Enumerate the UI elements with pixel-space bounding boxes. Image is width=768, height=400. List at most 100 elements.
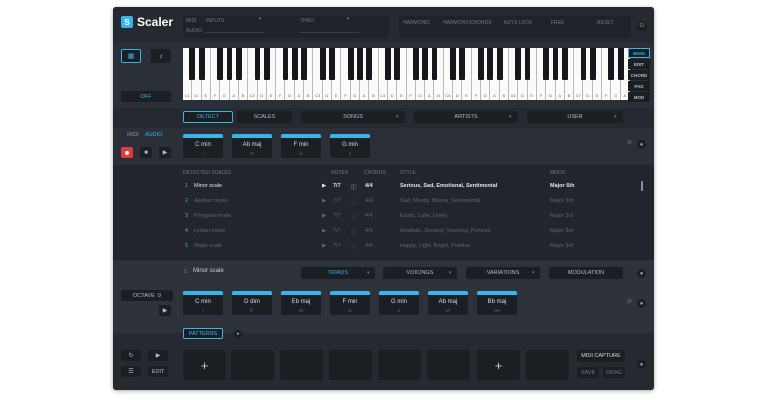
tab-detect[interactable]: DETECT xyxy=(183,111,233,123)
save-button[interactable]: SAVE xyxy=(577,367,599,378)
chord-tile[interactable]: F min iv xyxy=(281,134,321,158)
chord-tile[interactable]: C min i xyxy=(183,134,223,158)
info-icon[interactable]: ⓘ xyxy=(351,183,357,191)
chord-tile[interactable]: F min iv xyxy=(330,291,370,315)
black-key[interactable] xyxy=(459,48,466,80)
octave-control[interactable]: OCTAVE 0 xyxy=(121,290,173,301)
variations-button[interactable]: VARIATIONS xyxy=(466,267,540,279)
black-key[interactable] xyxy=(366,48,373,80)
clear-icon[interactable]: ⊘ xyxy=(627,139,632,146)
scale-settings-icon[interactable]: ● xyxy=(637,269,646,278)
info-icon[interactable]: ⓘ xyxy=(351,198,357,206)
midi-capture-button[interactable]: MIDI CAPTURE xyxy=(577,350,625,362)
play-icon[interactable]: ▶ xyxy=(322,228,326,234)
pattern-settings-icon[interactable]: ● xyxy=(234,330,242,338)
black-key[interactable] xyxy=(301,48,307,80)
pattern-pad-4[interactable] xyxy=(329,350,372,380)
harmony-value[interactable]: HARMONY/CHORDS xyxy=(443,20,492,26)
black-key[interactable] xyxy=(524,48,531,80)
pattern-list-button[interactable]: ☰ xyxy=(121,366,141,377)
black-key[interactable] xyxy=(608,48,615,80)
black-key[interactable] xyxy=(263,48,270,80)
scale-chords-settings-icon[interactable]: ● xyxy=(637,299,646,308)
pattern-pad-8[interactable] xyxy=(526,350,569,380)
chord-tile[interactable]: C min i xyxy=(183,291,223,315)
chord-tile[interactable]: Ab maj VI xyxy=(232,134,272,158)
black-key[interactable] xyxy=(384,48,391,80)
black-key[interactable] xyxy=(254,48,261,80)
black-key[interactable] xyxy=(617,48,624,80)
triads-button[interactable]: TRIADS xyxy=(301,267,375,279)
black-key[interactable] xyxy=(291,48,298,80)
modulation-button[interactable]: MODULATION xyxy=(549,267,623,279)
side-tab-mod[interactable]: MOD xyxy=(628,92,650,102)
pattern-play-button[interactable]: ▶ xyxy=(148,350,168,361)
pattern-options-icon[interactable]: ● xyxy=(637,360,646,369)
tab-artists[interactable]: ARTISTS xyxy=(414,111,518,123)
thru-select[interactable] xyxy=(299,25,359,33)
tab-user[interactable]: USER xyxy=(527,111,623,123)
black-key[interactable] xyxy=(478,48,484,80)
table-scrollbar[interactable] xyxy=(641,181,643,191)
pattern-pad-7[interactable]: + xyxy=(477,350,520,380)
black-key[interactable] xyxy=(487,48,494,80)
black-key[interactable] xyxy=(561,48,568,80)
side-tab-pad[interactable]: PAD xyxy=(628,81,650,91)
black-key[interactable] xyxy=(412,48,419,80)
pattern-pad-1[interactable]: + xyxy=(183,350,226,380)
info-icon[interactable]: ⓘ xyxy=(351,213,357,221)
chord-tile[interactable]: G min v xyxy=(330,134,370,158)
pattern-pad-3[interactable] xyxy=(280,350,323,380)
play-icon[interactable]: ▶ xyxy=(322,198,326,204)
tab-scales[interactable]: SCALES xyxy=(237,111,292,123)
black-key[interactable] xyxy=(347,48,354,80)
left-midi-label[interactable]: MIDI xyxy=(127,132,139,138)
reset-label[interactable]: RESET xyxy=(597,20,614,26)
guitar-view-button[interactable]: ♪ xyxy=(151,49,171,63)
black-key[interactable] xyxy=(515,48,522,80)
keyboard-view-button[interactable]: ▦ xyxy=(121,49,141,63)
selected-scale[interactable]: Minor scale xyxy=(193,268,224,274)
chord-tile[interactable]: Eb maj III xyxy=(281,291,321,315)
piano-keyboard[interactable]: C1 D E F G A B C2 D E F G A B C3 D E F G A B C4 D E F G A B C5 D E F G A B… xyxy=(183,48,630,100)
pattern-loop-button[interactable]: ↻ xyxy=(121,350,141,361)
keys-lock-label[interactable]: KEYS LOCK xyxy=(504,20,532,26)
black-key[interactable] xyxy=(319,48,326,80)
settings-icon[interactable]: ● xyxy=(637,140,646,149)
black-key[interactable] xyxy=(543,48,550,80)
black-key[interactable] xyxy=(422,48,429,80)
black-key[interactable] xyxy=(552,48,559,80)
table-row[interactable]: 3 Phrygian mode 7/7 4/4 Exotic, Latin, Livel… xyxy=(183,209,643,224)
black-key[interactable] xyxy=(496,48,503,80)
black-key[interactable] xyxy=(394,48,401,80)
table-row[interactable]: 2 Aeolian mode 7/7 4/4 Sad, Moody, Bluesy, S… xyxy=(183,194,643,209)
drag-button[interactable]: DRAG xyxy=(603,367,625,378)
left-audio-label[interactable]: AUDIO xyxy=(145,132,162,138)
black-key[interactable] xyxy=(580,48,587,80)
record-button[interactable] xyxy=(121,147,133,158)
power-icon[interactable]: ⏻ xyxy=(637,21,647,31)
clear-icon[interactable]: ⊘ xyxy=(627,298,632,305)
black-key[interactable] xyxy=(282,48,289,80)
pattern-edit-button[interactable]: EDIT xyxy=(148,366,168,377)
black-key[interactable] xyxy=(450,48,456,80)
chord-tile[interactable]: D dim ii° xyxy=(232,291,272,315)
patterns-button[interactable]: PATTERNS xyxy=(183,328,223,339)
input-select[interactable] xyxy=(205,25,265,33)
black-key[interactable] xyxy=(329,48,335,80)
scale-play-button[interactable]: ▶ xyxy=(159,305,171,316)
voicings-button[interactable]: VOICINGS xyxy=(383,267,457,279)
table-row[interactable]: 1 Minor scale 7/7 4/4 Serious, Sad, Emotiona… xyxy=(183,179,643,194)
black-key[interactable] xyxy=(357,48,363,80)
black-key[interactable] xyxy=(589,48,596,80)
side-tab-chord[interactable]: CHORD xyxy=(628,70,650,80)
black-key[interactable] xyxy=(217,48,224,80)
table-row[interactable]: 4 Lydian mode 7/7 4/4 Idealistic, Dreamy, Ye… xyxy=(183,224,643,239)
free-label[interactable]: FREE xyxy=(551,20,564,26)
pattern-pad-2[interactable] xyxy=(231,350,274,380)
side-tab-edit[interactable]: EDIT xyxy=(628,59,650,69)
black-key[interactable] xyxy=(226,48,233,80)
side-tab-main[interactable]: MAIN xyxy=(628,48,650,58)
chord-tile[interactable]: Bb maj VII xyxy=(477,291,517,315)
black-key[interactable] xyxy=(235,48,242,80)
